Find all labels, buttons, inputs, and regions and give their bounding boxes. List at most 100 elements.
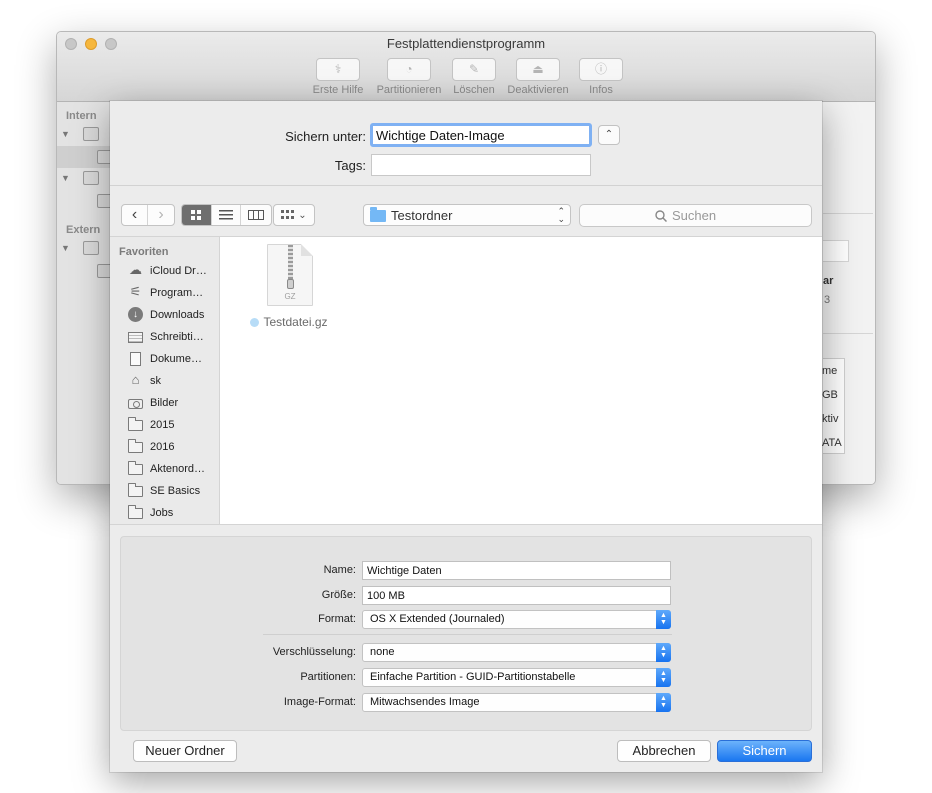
sidebar-item-label: 2015 [150,419,175,431]
info-text-fragment: me [822,365,838,377]
documents-icon [127,352,144,366]
toolbar-partition-label: Partitionieren [376,84,442,96]
info-text-fragment: ATA [822,437,842,449]
erase-icon[interactable]: ✎ [452,58,496,81]
file-browser: Favoriten ☁ iCloud Dr… ⚟ Program… ↓ Down… [110,236,822,525]
internal-disk-icon[interactable] [83,171,99,185]
image-options-panel: Name: Größe: Format: OS X Extended (Jour… [120,536,812,731]
toolbar-unmount[interactable]: ⏏ Deaktivieren [503,58,573,96]
encryption-select[interactable]: none ▲ ▼ [362,643,671,662]
detail-text-fragment: ar [823,275,834,287]
sidebar-item-label: Program… [150,287,204,299]
sidebar-item-desktop[interactable]: Schreibti… [127,327,219,347]
sidebar-item-label: Dokume… [150,353,202,365]
sidebar-item-documents[interactable]: Dokume… [127,349,219,369]
search-field[interactable]: Suchen [579,204,812,227]
divider [263,634,672,635]
toolbar-first-aid[interactable]: ⚕ Erste Hilfe [303,58,373,96]
grid-icon [191,210,202,220]
toolbar-first-aid-label: Erste Hilfe [312,84,364,96]
location-popup[interactable]: Testordner ⌃ ⌄ [363,204,571,226]
tag-dot-icon [250,317,260,327]
list-view-button[interactable] [212,205,242,225]
back-button[interactable]: ‹ [122,205,149,225]
folder-icon [127,417,144,432]
sidebar-heading-intern: Intern [66,110,97,122]
sidebar-item-label: Schreibti… [150,331,204,343]
encryption-label: Verschlüsselung: [272,646,356,658]
sidebar-item-label: iCloud Dr… [150,265,207,277]
partitions-value: Einfache Partition - GUID-Partitionstabe… [370,671,576,683]
sidebar-item-2016[interactable]: 2016 [127,437,219,457]
sidebar-item-2015[interactable]: 2015 [127,415,219,435]
download-icon: ↓ [127,307,144,322]
name-input[interactable] [362,561,671,580]
forward-button[interactable]: › [148,205,174,225]
toolbar-partition[interactable]: ◔ Partitionieren [374,58,444,96]
toolbar-erase[interactable]: ✎ Löschen [439,58,509,96]
finder-sidebar: Favoriten ☁ iCloud Dr… ⚟ Program… ↓ Down… [110,237,220,524]
column-view-button[interactable] [241,205,271,225]
view-mode-control [181,204,272,226]
external-disk-icon[interactable] [83,241,99,255]
info-text-fragment: ktiv [822,413,839,425]
save-sheet: Sichern unter: ⌃ Tags: ‹ › ⌄ T [110,101,822,772]
stethoscope-icon[interactable]: ⚕ [316,58,360,81]
tags-input[interactable] [371,154,591,176]
file-item[interactable]: GZ Testdatei.gz [246,244,346,329]
internal-disk-icon[interactable] [83,127,99,141]
sidebar-item-jobs[interactable]: Jobs [127,503,219,523]
sidebar-item-downloads[interactable]: ↓ Downloads [127,305,219,325]
format-select[interactable]: OS X Extended (Journaled) ▲ ▼ [362,610,671,629]
format-label: Format: [318,613,356,625]
toolbar-info[interactable]: ⓘ Infos [566,58,636,96]
chevron-right-icon: › [158,206,164,223]
sidebar-item-aktenordner[interactable]: Aktenord… [127,459,219,479]
save-button[interactable]: Sichern [717,740,812,762]
sidebar-item-icloud-drive[interactable]: ☁ iCloud Dr… [127,261,219,281]
encryption-value: none [370,646,395,658]
sidebar-item-label: sk [150,375,161,387]
size-input[interactable] [362,586,671,605]
info-icon[interactable]: ⓘ [579,58,623,81]
sidebar-item-applications[interactable]: ⚟ Program… [127,283,219,303]
chevron-left-icon: ‹ [131,206,138,223]
disclosure-triangle-icon[interactable]: ▼ [61,243,70,253]
cancel-button[interactable]: Abbrechen [617,740,711,762]
search-placeholder: Suchen [672,208,717,223]
collapse-button[interactable]: ⌃ [598,125,620,145]
home-icon: ⌂ [131,372,140,387]
icon-view-button[interactable] [182,205,212,225]
zipper-pull-icon [287,279,294,289]
folder-icon [127,461,144,476]
group-by-button[interactable]: ⌄ [273,204,315,226]
eject-icon[interactable]: ⏏ [516,58,560,81]
pie-chart-icon[interactable]: ◔ [387,58,431,81]
sidebar-item-se-basics[interactable]: SE Basics [127,481,219,501]
sidebar-item-home[interactable]: ⌂ sk [127,371,219,391]
image-format-select[interactable]: Mitwachsendes Image ▲ ▼ [362,693,671,712]
sidebar-item-pictures[interactable]: Bilder [127,393,219,413]
disclosure-triangle-icon[interactable]: ▼ [61,173,70,183]
save-as-label: Sichern unter: [285,129,366,144]
chevron-down-icon: ⌄ [298,209,307,221]
disclosure-triangle-icon[interactable]: ▼ [61,129,70,139]
applications-icon: ⚟ [129,284,142,299]
window-titlebar: Festplattendienstprogramm ⚕ Erste Hilfe … [57,32,875,102]
file-list-area[interactable]: GZ Testdatei.gz [220,237,822,524]
partitions-select[interactable]: Einfache Partition - GUID-Partitionstabe… [362,668,671,687]
folder-icon [127,505,144,520]
sidebar-item-label: 2016 [150,441,175,453]
sidebar-item-label: SE Basics [150,485,201,497]
history-navigation: ‹ › [121,204,175,226]
image-format-label: Image-Format: [283,696,356,708]
sidebar-item-label: Downloads [150,309,205,321]
folder-icon [127,439,144,454]
image-format-value: Mitwachsendes Image [370,696,480,708]
select-chevron-icon: ▲ ▼ [656,668,671,687]
sidebar-item-label: Aktenord… [150,463,206,475]
save-as-input[interactable] [370,123,592,147]
format-value: OS X Extended (Journaled) [370,613,505,625]
columns-icon [248,210,265,220]
new-folder-button[interactable]: Neuer Ordner [133,740,237,762]
